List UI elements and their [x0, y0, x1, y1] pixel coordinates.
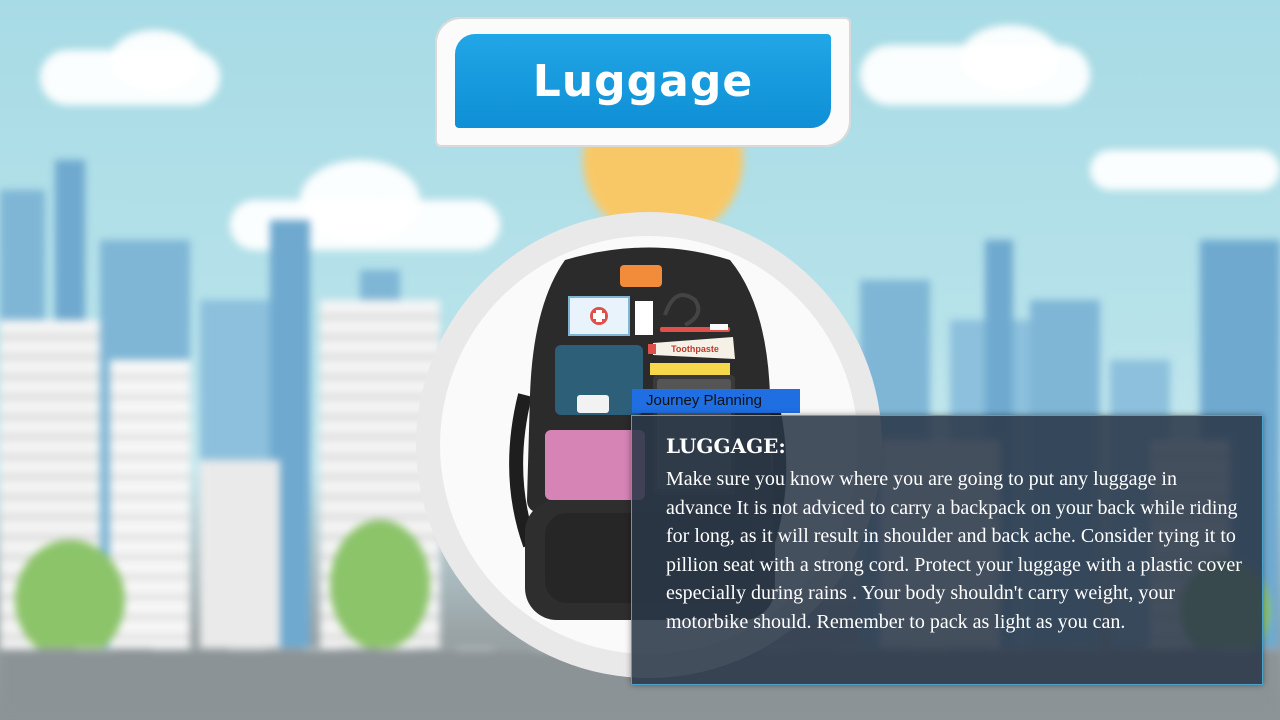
panel-heading: LUGGAGE:: [666, 434, 786, 458]
panel-body-text: Make sure you know where you are going t…: [666, 468, 1242, 633]
charger-icon: [620, 265, 662, 287]
tree: [330, 520, 430, 650]
cloud: [110, 30, 200, 90]
comb-icon: [650, 363, 730, 375]
first-aid-kit-icon: [568, 296, 653, 336]
slide-title: Luggage: [532, 55, 754, 107]
cloud: [300, 160, 420, 240]
cloud: [960, 25, 1060, 90]
toothpaste-label: Toothpaste: [671, 344, 719, 354]
cloud: [1090, 150, 1280, 190]
tree: [15, 540, 125, 660]
building: [200, 460, 280, 660]
journey-planning-tag: Journey Planning: [632, 389, 800, 413]
